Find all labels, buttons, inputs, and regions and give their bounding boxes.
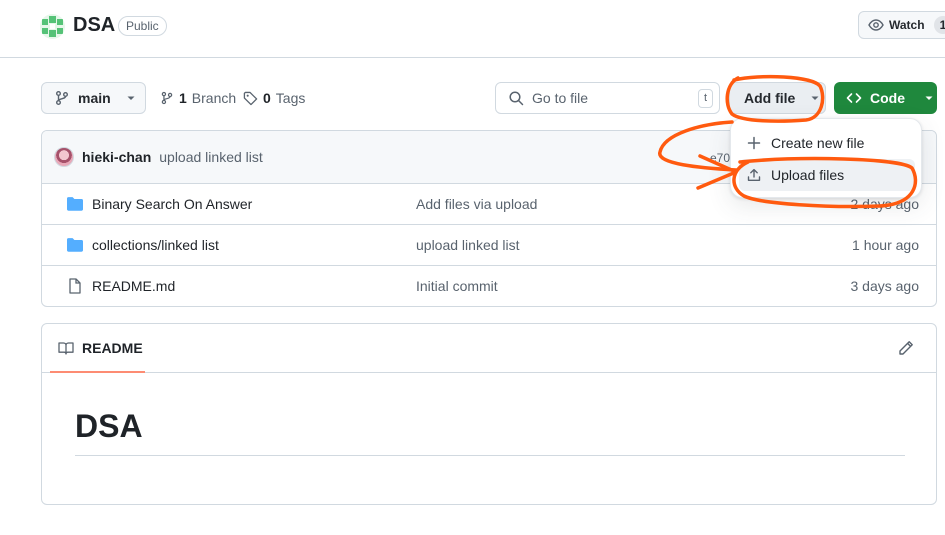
menu-item-create-new-file[interactable]: Create new file (739, 127, 915, 159)
pencil-icon[interactable] (898, 340, 914, 356)
book-icon (58, 341, 74, 355)
plus-icon (747, 136, 761, 150)
readme-header: README (42, 324, 936, 373)
branches-link[interactable]: 1 Branch (160, 90, 236, 106)
commit-author[interactable]: hieki-chan (82, 149, 151, 165)
tab-readme[interactable]: README (50, 324, 145, 373)
branch-name: main (78, 90, 111, 106)
file-icon (69, 278, 81, 294)
watch-button[interactable]: Watch 1 (858, 11, 945, 39)
code-button[interactable]: Code (834, 82, 937, 114)
shortcut-key: t (698, 89, 713, 108)
file-row[interactable]: README.md Initial commit 3 days ago (42, 266, 936, 306)
search-icon (509, 91, 524, 106)
file-commit-message[interactable]: Add files via upload (416, 196, 537, 212)
folder-icon (67, 238, 83, 252)
menu-item-label: Upload files (771, 167, 845, 183)
tag-count: 0 (263, 90, 271, 106)
tag-icon (243, 91, 258, 105)
readme-panel: README DSA (41, 323, 937, 505)
code-label: Code (870, 90, 905, 106)
branch-word: Branch (191, 90, 237, 106)
eye-icon (868, 19, 884, 31)
file-name[interactable]: README.md (92, 278, 175, 294)
file-time: 2 days ago (850, 196, 920, 212)
file-time: 1 hour ago (852, 237, 919, 253)
commit-hash[interactable]: e70 (710, 151, 730, 165)
caret-down-icon (127, 96, 135, 100)
branch-count: 1 (179, 90, 187, 106)
file-name[interactable]: collections/linked list (92, 237, 219, 253)
file-time: 3 days ago (850, 278, 920, 294)
upload-icon (747, 168, 761, 181)
go-to-file-placeholder: Go to file (532, 90, 589, 106)
add-file-button[interactable]: Add file (729, 82, 826, 114)
add-file-menu: Create new file Upload files (730, 118, 922, 198)
file-row[interactable]: collections/linked list upload linked li… (42, 225, 936, 266)
tags-link[interactable]: 0 Tags (243, 90, 305, 106)
menu-item-label: Create new file (771, 135, 865, 151)
caret-down-icon (925, 96, 933, 100)
repo-owner-avatar[interactable] (40, 14, 65, 39)
branch-icon (161, 91, 173, 105)
commit-author-avatar[interactable] (54, 147, 74, 167)
caret-down-icon (811, 96, 819, 100)
commit-message[interactable]: upload linked list (159, 149, 263, 165)
branch-icon (56, 91, 68, 105)
readme-heading: DSA (75, 408, 143, 444)
file-commit-message[interactable]: upload linked list (416, 237, 520, 253)
visibility-badge: Public (118, 16, 167, 36)
go-to-file-input[interactable]: Go to file t (495, 82, 720, 114)
tag-word: Tags (275, 90, 306, 106)
watch-count: 1 (933, 16, 945, 34)
branch-selector-button[interactable]: main (41, 82, 146, 114)
file-commit-message[interactable]: Initial commit (416, 278, 498, 294)
menu-item-upload-files[interactable]: Upload files (739, 159, 915, 191)
add-file-label: Add file (744, 90, 796, 106)
file-name[interactable]: Binary Search On Answer (92, 196, 252, 212)
repo-name[interactable]: DSA (73, 14, 115, 37)
readme-tab-label: README (82, 339, 143, 356)
repo-header: DSA Public Watch 1 (0, 0, 945, 58)
watch-label: Watch (889, 18, 925, 32)
code-icon (846, 93, 862, 103)
readme-divider (75, 455, 905, 456)
folder-icon (67, 197, 83, 211)
